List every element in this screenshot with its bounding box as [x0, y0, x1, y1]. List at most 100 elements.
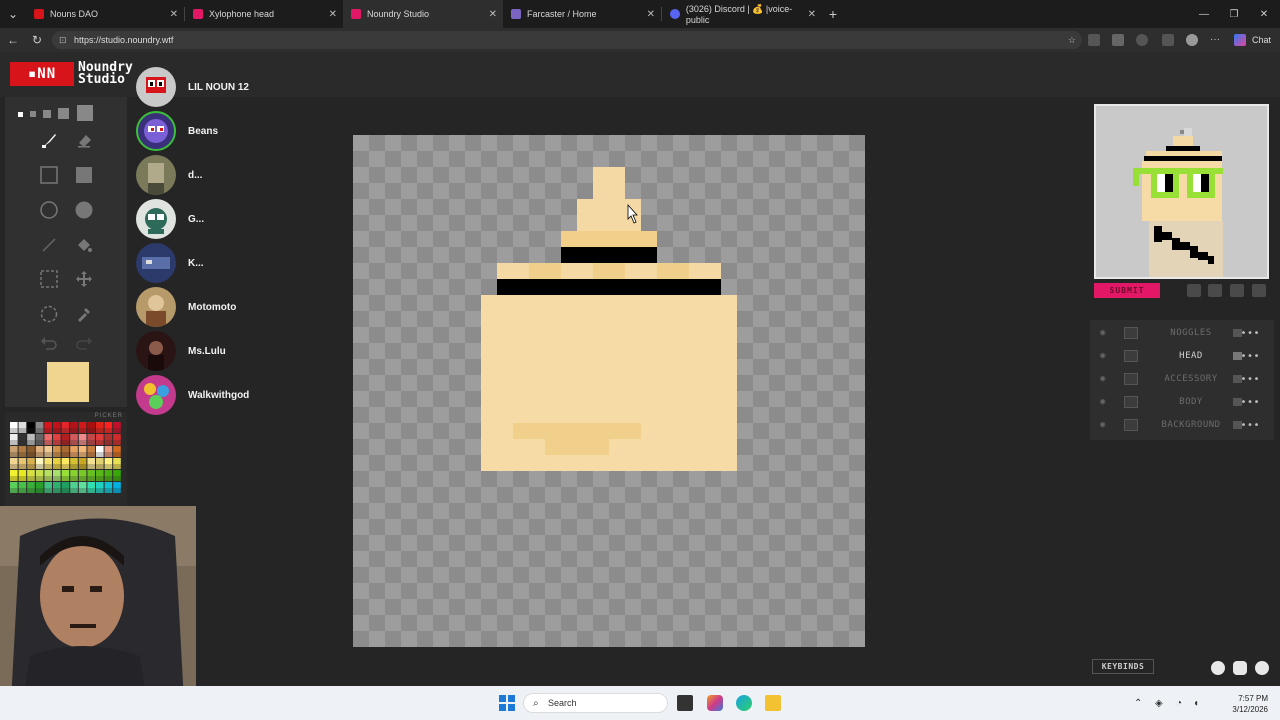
- eraser-icon[interactable]: [72, 128, 96, 152]
- palette-swatch[interactable]: [35, 446, 44, 452]
- palette-swatch[interactable]: [35, 476, 44, 481]
- palette-swatch[interactable]: [104, 428, 113, 433]
- submit-button[interactable]: SUBMIT: [1094, 283, 1160, 298]
- palette-swatch[interactable]: [53, 428, 61, 433]
- download-icon[interactable]: [1187, 284, 1201, 297]
- palette-swatch[interactable]: [10, 452, 18, 457]
- palette-swatch[interactable]: [61, 434, 70, 440]
- palette-swatch[interactable]: [96, 464, 104, 469]
- palette-swatch[interactable]: [78, 482, 87, 488]
- palette-swatch[interactable]: [27, 422, 35, 428]
- palette-swatch[interactable]: [53, 464, 61, 469]
- brush-size-3[interactable]: [43, 110, 51, 118]
- palette-swatch[interactable]: [87, 458, 95, 464]
- user-ms-lulu[interactable]: Ms.Lulu: [136, 331, 226, 371]
- palette-swatch[interactable]: [35, 452, 44, 457]
- github-icon[interactable]: [1211, 661, 1225, 675]
- palette-swatch[interactable]: [70, 428, 78, 433]
- palette-swatch[interactable]: [70, 452, 78, 457]
- palette-swatch[interactable]: [104, 470, 113, 476]
- brush-size-1[interactable]: [18, 112, 23, 117]
- user-walkwithgod[interactable]: Walkwithgod: [136, 375, 249, 415]
- palette-swatch[interactable]: [18, 482, 27, 488]
- layer-accessory[interactable]: ◉ ACCESSORY •••: [1096, 368, 1268, 390]
- palette-swatch[interactable]: [78, 458, 87, 464]
- favorite-star-icon[interactable]: ☆: [1068, 35, 1076, 46]
- tab-menu-chevron-icon[interactable]: ⌄: [0, 7, 26, 21]
- line-icon[interactable]: [37, 233, 61, 257]
- palette-swatch[interactable]: [53, 488, 61, 493]
- palette-swatch[interactable]: [27, 470, 35, 476]
- eyedropper-icon[interactable]: [72, 302, 96, 326]
- palette-swatch[interactable]: [10, 446, 18, 452]
- circle-outline-icon[interactable]: [37, 198, 61, 222]
- close-icon[interactable]: ✕: [489, 9, 497, 20]
- palette-swatch[interactable]: [18, 488, 27, 493]
- system-clock[interactable]: 7:57 PM 3/12/2026: [1232, 693, 1268, 715]
- brush-icon[interactable]: [37, 128, 61, 152]
- palette-swatch[interactable]: [104, 482, 113, 488]
- palette-swatch[interactable]: [18, 458, 27, 464]
- layer-body[interactable]: ◉ BODY •••: [1096, 391, 1268, 413]
- canvas-artwork[interactable]: [353, 135, 865, 647]
- rectangle-filled-icon[interactable]: [72, 163, 96, 187]
- user-motomoto[interactable]: Motomoto: [136, 287, 236, 327]
- user-g[interactable]: G...: [136, 199, 204, 239]
- palette-swatch[interactable]: [10, 434, 18, 440]
- extension-icon[interactable]: [1088, 34, 1100, 46]
- copy-icon[interactable]: [1208, 284, 1222, 297]
- palette-swatch[interactable]: [18, 464, 27, 469]
- palette-swatch[interactable]: [113, 446, 121, 452]
- palette-swatch[interactable]: [27, 440, 35, 445]
- site-info-icon[interactable]: ⊡: [59, 35, 67, 46]
- palette-swatch[interactable]: [18, 434, 27, 440]
- palette-swatch[interactable]: [61, 488, 70, 493]
- palette-swatch[interactable]: [96, 476, 104, 481]
- circle-filled-icon[interactable]: [72, 198, 96, 222]
- palette-swatch[interactable]: [10, 422, 18, 428]
- wifi-icon[interactable]: ◔: [1176, 698, 1182, 709]
- favorites-icon[interactable]: [1162, 34, 1174, 46]
- palette-swatch[interactable]: [104, 476, 113, 481]
- palette-swatch[interactable]: [113, 464, 121, 469]
- palette-swatch[interactable]: [104, 422, 113, 428]
- more-icon[interactable]: •••: [1240, 351, 1260, 362]
- palette-swatch[interactable]: [27, 482, 35, 488]
- palette-swatch[interactable]: [10, 464, 18, 469]
- task-view-icon[interactable]: [677, 695, 693, 711]
- palette-swatch[interactable]: [61, 476, 70, 481]
- palette-swatch[interactable]: [70, 488, 78, 493]
- palette-swatch[interactable]: [61, 482, 70, 488]
- layer-head[interactable]: ◉ HEAD •••: [1096, 345, 1268, 367]
- palette-swatch[interactable]: [70, 482, 78, 488]
- drawing-canvas[interactable]: [353, 135, 865, 647]
- palette-swatch[interactable]: [78, 476, 87, 481]
- brush-size-5[interactable]: [77, 105, 93, 121]
- palette-swatch[interactable]: [70, 434, 78, 440]
- select-rectangle-icon[interactable]: [37, 267, 61, 291]
- palette-swatch[interactable]: [35, 458, 44, 464]
- farcaster-icon[interactable]: [1255, 661, 1269, 675]
- fill-bucket-icon[interactable]: [72, 233, 96, 257]
- palette-swatch[interactable]: [87, 422, 95, 428]
- palette-swatch[interactable]: [44, 446, 52, 452]
- palette-swatch[interactable]: [44, 440, 52, 445]
- rectangle-outline-icon[interactable]: [37, 163, 61, 187]
- palette-swatch[interactable]: [113, 422, 121, 428]
- palette-swatch[interactable]: [104, 440, 113, 445]
- palette-swatch[interactable]: [87, 428, 95, 433]
- palette-swatch[interactable]: [53, 452, 61, 457]
- palette-swatch[interactable]: [44, 422, 52, 428]
- reload-icon[interactable]: ↻: [26, 33, 48, 47]
- copilot-icon[interactable]: [1234, 34, 1246, 46]
- palette-swatch[interactable]: [78, 428, 87, 433]
- palette-swatch[interactable]: [27, 464, 35, 469]
- palette-swatch[interactable]: [61, 452, 70, 457]
- palette-swatch[interactable]: [113, 476, 121, 481]
- palette-swatch[interactable]: [113, 458, 121, 464]
- palette-swatch[interactable]: [44, 452, 52, 457]
- palette-swatch[interactable]: [61, 458, 70, 464]
- palette-swatch[interactable]: [96, 458, 104, 464]
- palette-swatch[interactable]: [96, 452, 104, 457]
- window-close-icon[interactable]: ✕: [1248, 0, 1280, 28]
